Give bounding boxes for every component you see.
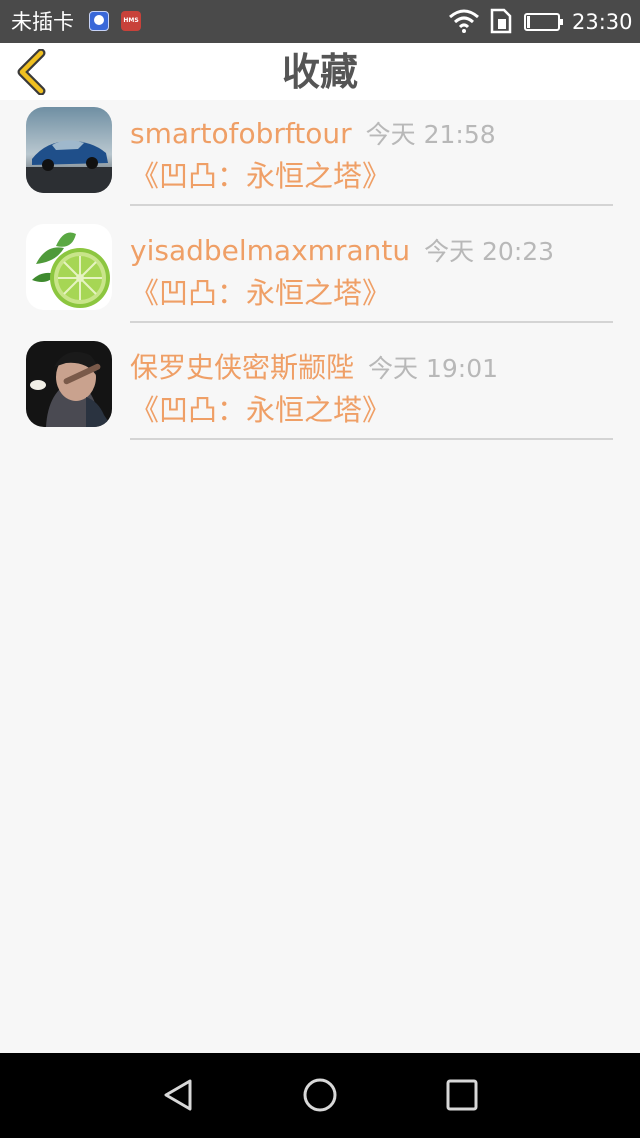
lime-avatar[interactable]	[26, 224, 112, 310]
divider	[130, 438, 613, 440]
book-title: 《凹凸：永恒之塔》	[130, 276, 392, 310]
navigation-bar	[0, 1053, 640, 1138]
page-title: 收藏	[281, 50, 358, 94]
list-item[interactable]: yisadbelmaxmrantu 今天 20:23 《凹凸：永恒之塔》	[0, 217, 640, 334]
item-text: yisadbelmaxmrantu 今天 20:23 《凹凸：永恒之塔》	[130, 231, 613, 315]
item-text: smartofobrftour 今天 21:58 《凹凸：永恒之塔》	[130, 114, 613, 198]
hms-icon: HMS	[121, 11, 141, 31]
name-row: smartofobrftour 今天 21:58	[130, 114, 613, 154]
baidu-icon	[89, 11, 109, 31]
divider	[130, 321, 613, 323]
username: smartofobrftour	[130, 117, 352, 150]
triangle-back-icon[interactable]	[158, 1075, 198, 1115]
carrier-label: 未插卡	[11, 10, 74, 34]
list-item[interactable]: smartofobrftour 今天 21:58 《凹凸：永恒之塔》	[0, 100, 640, 217]
car-avatar[interactable]	[26, 107, 112, 193]
wifi-icon	[449, 9, 479, 33]
battery-icon	[524, 13, 563, 31]
divider	[130, 204, 613, 206]
square-recent-icon[interactable]	[442, 1075, 482, 1115]
circle-home-icon[interactable]	[300, 1075, 340, 1115]
name-row: yisadbelmaxmrantu 今天 20:23	[130, 231, 613, 271]
timestamp: 今天 21:58	[365, 120, 496, 149]
timestamp: 今天 20:23	[424, 237, 555, 266]
status-time: 23:30	[572, 10, 633, 34]
book-title: 《凹凸：永恒之塔》	[130, 393, 392, 427]
status-bar: 未插卡 HMS 23:30	[0, 0, 640, 43]
name-row: 保罗史侠密斯颛陛 今天 19:01	[130, 348, 613, 388]
timestamp: 今天 19:01	[368, 354, 499, 383]
portrait-avatar[interactable]	[26, 341, 112, 427]
favorites-list: smartofobrftour 今天 21:58 《凹凸：永恒之塔》 yisad…	[0, 100, 640, 451]
username: yisadbelmaxmrantu	[130, 234, 411, 267]
header: 收藏	[0, 43, 640, 100]
book-title: 《凹凸：永恒之塔》	[130, 159, 392, 193]
no-sim-icon	[490, 8, 512, 34]
username: 保罗史侠密斯颛陛	[130, 351, 355, 384]
list-item[interactable]: 保罗史侠密斯颛陛 今天 19:01 《凹凸：永恒之塔》	[0, 334, 640, 451]
item-text: 保罗史侠密斯颛陛 今天 19:01 《凹凸：永恒之塔》	[130, 348, 613, 432]
